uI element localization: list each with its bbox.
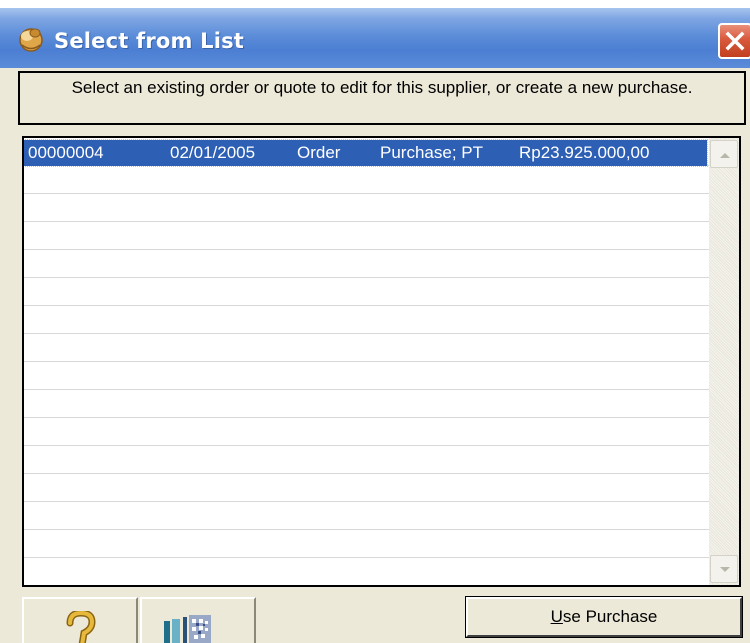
order-date: 02/01/2005 — [170, 143, 256, 162]
order-amount: Rp23.925.000,00 — [519, 143, 650, 162]
use-purchase-button[interactable]: Use Purchase — [465, 596, 743, 638]
window-top-edge — [0, 0, 750, 8]
order-number: 00000004 — [28, 143, 104, 162]
window-title: Select from List — [54, 29, 245, 53]
chevron-down-icon — [720, 567, 730, 572]
use-purchase-label: se Purchase — [562, 607, 658, 626]
vertical-scrollbar[interactable] — [709, 138, 739, 585]
close-button[interactable] — [718, 23, 750, 59]
list-item[interactable]: 00000004 02/01/2005 Order Purchase; PT R… — [24, 139, 708, 167]
help-button[interactable] — [22, 597, 138, 643]
select-from-list-dialog: Select from List Select an existing orde… — [0, 0, 750, 643]
calculator-icon — [164, 615, 211, 643]
scroll-up-button[interactable] — [710, 140, 738, 168]
instruction-text: Select an existing order or quote to edi… — [18, 71, 746, 125]
use-purchase-accelerator: U — [550, 607, 563, 626]
order-type: Order — [297, 143, 341, 162]
coins-icon — [19, 28, 43, 52]
title-bar[interactable]: Select from List — [0, 8, 750, 68]
chevron-up-icon — [720, 153, 730, 158]
order-list[interactable]: 00000004 02/01/2005 Order Purchase; PT R… — [22, 136, 741, 587]
close-icon — [725, 31, 745, 51]
calculator-button[interactable] — [140, 597, 256, 643]
help-hook-icon — [66, 611, 96, 643]
order-supplier: Purchase; PT — [380, 143, 483, 162]
list-rows: 00000004 02/01/2005 Order Purchase; PT R… — [24, 138, 709, 585]
scroll-down-button[interactable] — [710, 555, 738, 583]
